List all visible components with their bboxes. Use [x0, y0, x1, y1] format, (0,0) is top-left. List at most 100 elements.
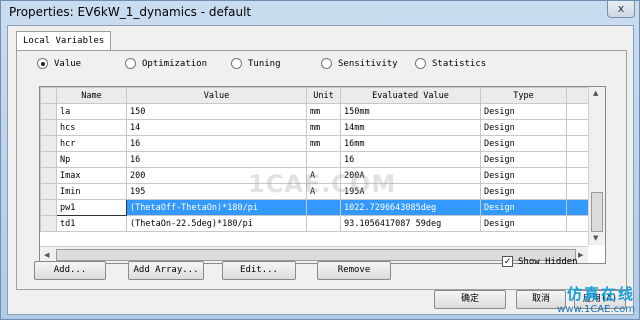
variables-grid: Name Value Unit Evaluated Value Type la …: [40, 87, 589, 232]
cell-type[interactable]: Design: [480, 167, 567, 184]
cell-extra: [566, 183, 589, 200]
column-header-extra: [566, 87, 589, 104]
radio-selected-icon: [37, 58, 48, 69]
mode-selector: Value Optimization Tuning Sensitivity St…: [17, 58, 626, 76]
radio-statistics[interactable]: Statistics: [415, 58, 486, 69]
add-button[interactable]: Add...: [34, 261, 106, 280]
radio-value-label: Value: [54, 58, 82, 69]
cell-type[interactable]: Design: [480, 135, 567, 152]
radio-unselected-icon: [415, 58, 426, 69]
table-row[interactable]: Np 16 16 Design: [40, 151, 589, 168]
cell-extra: [566, 119, 589, 136]
cell-type[interactable]: Design: [480, 183, 567, 200]
add-array-button[interactable]: Add Array...: [128, 261, 204, 280]
scroll-down-icon[interactable]: ▼: [593, 234, 598, 242]
cell-evaluated: 14mm: [340, 119, 481, 136]
cell-unit[interactable]: [306, 151, 341, 168]
table-row-selected[interactable]: pw1 (ThetaOff-ThetaOn)*180/pi 1022.72966…: [40, 199, 589, 216]
scroll-left-icon[interactable]: ◀: [44, 251, 49, 259]
brand-logo: 仿真在线 www.1CAE.com: [557, 283, 635, 315]
cell-unit[interactable]: [306, 199, 341, 216]
cell-name[interactable]: hcs: [56, 119, 127, 136]
row-header-corner: [40, 87, 57, 104]
cell-evaluated: 1022.7296643085deg: [340, 199, 481, 216]
row-header[interactable]: [40, 119, 57, 136]
cell-value[interactable]: 14: [126, 119, 307, 136]
cell-type[interactable]: Design: [480, 199, 567, 216]
ok-button[interactable]: 确定: [434, 290, 506, 309]
cell-extra: [566, 199, 589, 216]
column-header-value[interactable]: Value: [126, 87, 307, 104]
radio-optimization[interactable]: Optimization: [125, 58, 207, 69]
radio-sensitivity-label: Sensitivity: [338, 58, 398, 69]
column-header-type[interactable]: Type: [480, 87, 567, 104]
cell-value[interactable]: 150: [126, 103, 307, 120]
cell-name[interactable]: la: [56, 103, 127, 120]
cell-name[interactable]: Imax: [56, 167, 127, 184]
vertical-scroll-thumb[interactable]: [591, 192, 603, 232]
cell-evaluated: 93.1056417087 59deg: [340, 215, 481, 232]
table-header-row: Name Value Unit Evaluated Value Type: [40, 87, 589, 104]
cell-evaluated: 150mm: [340, 103, 481, 120]
close-icon: x: [617, 2, 625, 15]
row-header[interactable]: [40, 135, 57, 152]
row-header[interactable]: [40, 183, 57, 200]
cell-value[interactable]: (ThetaOff-ThetaOn)*180/pi: [126, 199, 307, 216]
column-header-evaluated-value[interactable]: Evaluated Value: [340, 87, 481, 104]
tab-local-variables[interactable]: Local Variables: [16, 31, 112, 51]
radio-value[interactable]: Value: [37, 58, 81, 69]
column-header-name[interactable]: Name: [56, 87, 127, 104]
show-hidden-checkbox[interactable]: ✓ Show Hidden: [502, 256, 578, 267]
cell-extra: [566, 151, 589, 168]
remove-button[interactable]: Remove: [317, 261, 391, 280]
radio-unselected-icon: [231, 58, 242, 69]
row-header[interactable]: [40, 167, 57, 184]
vertical-scrollbar[interactable]: ▲ ▼: [588, 87, 605, 245]
radio-unselected-icon: [125, 58, 136, 69]
cell-name[interactable]: td1: [56, 215, 127, 232]
checkbox-checked-icon: ✓: [502, 256, 513, 267]
cell-name-editing[interactable]: pw1: [56, 199, 127, 216]
cell-extra: [566, 103, 589, 120]
cell-value[interactable]: (ThetaOn-22.5deg)*180/pi: [126, 215, 307, 232]
cell-type[interactable]: Design: [480, 103, 567, 120]
radio-statistics-label: Statistics: [432, 58, 487, 69]
watermark: 1CAE.COM: [248, 170, 397, 198]
radio-tuning[interactable]: Tuning: [231, 58, 281, 69]
cell-name[interactable]: Np: [56, 151, 127, 168]
radio-sensitivity[interactable]: Sensitivity: [321, 58, 398, 69]
cell-evaluated: 16: [340, 151, 481, 168]
horizontal-scroll-thumb[interactable]: [56, 249, 576, 261]
cell-name[interactable]: hcr: [56, 135, 127, 152]
column-header-unit[interactable]: Unit: [306, 87, 341, 104]
cell-evaluated: 16mm: [340, 135, 481, 152]
cell-type[interactable]: Design: [480, 215, 567, 232]
cell-unit[interactable]: mm: [306, 103, 341, 120]
cell-extra: [566, 167, 589, 184]
row-header[interactable]: [40, 151, 57, 168]
cell-name[interactable]: Imin: [56, 183, 127, 200]
scroll-right-icon[interactable]: ▶: [578, 251, 583, 259]
row-header[interactable]: [40, 215, 57, 232]
radio-tuning-label: Tuning: [248, 58, 281, 69]
radio-unselected-icon: [321, 58, 332, 69]
edit-button[interactable]: Edit...: [222, 261, 296, 280]
radio-optimization-label: Optimization: [142, 58, 208, 69]
row-header[interactable]: [40, 103, 57, 120]
table-row[interactable]: la 150 mm 150mm Design: [40, 103, 589, 120]
scroll-up-icon[interactable]: ▲: [593, 89, 598, 97]
close-button[interactable]: x: [607, 1, 635, 18]
cell-value[interactable]: 16: [126, 135, 307, 152]
cell-unit[interactable]: mm: [306, 135, 341, 152]
table-row[interactable]: hcs 14 mm 14mm Design: [40, 119, 589, 136]
table-row[interactable]: hcr 16 mm 16mm Design: [40, 135, 589, 152]
cell-type[interactable]: Design: [480, 119, 567, 136]
table-row[interactable]: td1 (ThetaOn-22.5deg)*180/pi 93.10564170…: [40, 215, 589, 232]
cell-unit[interactable]: mm: [306, 119, 341, 136]
cell-unit[interactable]: [306, 215, 341, 232]
row-header[interactable]: [40, 199, 57, 216]
dialog-body: Local Variables Value Optimization Tunin…: [7, 25, 634, 315]
brand-name: 仿真在线: [566, 285, 635, 303]
cell-value[interactable]: 16: [126, 151, 307, 168]
cell-type[interactable]: Design: [480, 151, 567, 168]
